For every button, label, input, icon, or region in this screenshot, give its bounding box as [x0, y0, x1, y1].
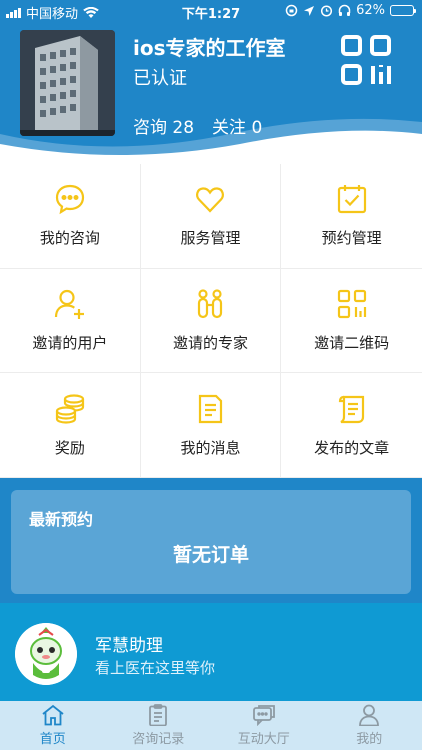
message-doc-icon: [199, 394, 223, 423]
menu-appointment-management[interactable]: 预约管理: [281, 164, 422, 269]
menu-label: 服务管理: [180, 229, 241, 248]
coins-icon: [55, 394, 84, 424]
orientation-lock-icon: [285, 4, 298, 17]
menu-label: 邀请二维码: [314, 333, 390, 352]
person-icon: [359, 704, 380, 726]
add-user-icon: [54, 289, 84, 319]
menu-my-messages[interactable]: 我的消息: [140, 373, 282, 478]
battery-icon: [390, 5, 416, 16]
chat-bubble-icon: [55, 185, 84, 215]
appointments-empty-text: 暂无订单: [172, 544, 249, 566]
assistant-mascot: [15, 623, 77, 685]
status-bar: 中国移动 下午1:27 62%: [0, 0, 422, 22]
tab-label: 咨询记录: [132, 732, 185, 747]
menu-label: 邀请的专家: [172, 333, 248, 352]
tab-interaction-hall[interactable]: 互动大厅: [211, 701, 317, 750]
follow-stat[interactable]: 关注 0: [212, 113, 262, 138]
menu-invited-experts[interactable]: 邀请的专家: [140, 268, 282, 374]
heart-icon: [196, 187, 225, 213]
feature-grid: 我的咨询 服务管理 预约管理 邀请的用户 邀请的专家 邀请二维码 奖励 我的消息…: [0, 164, 422, 478]
scroll-icon: [338, 395, 364, 423]
menu-label: 我的咨询: [39, 229, 100, 248]
profile-header: ios专家的工作室 已认证 咨询 28 关注 0: [0, 22, 422, 164]
follow-count: 0: [251, 118, 263, 138]
consult-stat[interactable]: 咨询 28: [133, 113, 194, 138]
tab-consultation-records[interactable]: 咨询记录: [106, 701, 212, 750]
menu-label: 邀请的用户: [32, 333, 108, 352]
tab-home[interactable]: 首页: [0, 701, 106, 750]
appointments-title: 最新预约: [29, 510, 94, 529]
calendar-check-icon: [337, 185, 366, 214]
menu-label: 预约管理: [321, 229, 382, 248]
verified-status: 已认证: [133, 68, 187, 89]
tab-label: 我的: [356, 732, 383, 747]
assistant-description: 看上医在这里等你: [95, 659, 216, 677]
tab-label: 互动大厅: [237, 732, 290, 747]
menu-published-articles[interactable]: 发布的文章: [281, 373, 422, 478]
tab-label: 首页: [39, 732, 66, 747]
assistant-banner[interactable]: 军慧助理 看上医在这里等你: [0, 603, 422, 701]
menu-label: 我的消息: [180, 438, 241, 457]
consult-count: 28: [172, 118, 195, 138]
latest-appointments-card[interactable]: 最新预约 暂无订单: [11, 490, 411, 594]
location-icon: [304, 5, 315, 16]
menu-invite-qr-code[interactable]: 邀请二维码: [281, 269, 422, 374]
menu-service-management[interactable]: 服务管理: [140, 164, 282, 269]
qr-scan-icon[interactable]: [340, 34, 392, 86]
profile-name: ios专家的工作室: [133, 36, 286, 60]
latest-appointments-section: 最新预约 暂无订单: [0, 478, 422, 603]
assistant-name: 军慧助理: [95, 636, 163, 656]
menu-invited-users[interactable]: 邀请的用户: [0, 268, 141, 374]
avatar[interactable]: [20, 30, 115, 136]
menu-my-consultations[interactable]: 我的咨询: [0, 164, 141, 269]
chat-hall-icon: [252, 705, 275, 726]
experts-icon: [198, 289, 223, 319]
tab-profile[interactable]: 我的: [317, 701, 422, 750]
home-icon: [42, 704, 64, 726]
headphones-icon: [338, 4, 351, 16]
clipboard-icon: [149, 704, 168, 726]
menu-label: 发布的文章: [314, 438, 390, 457]
qr-code-icon: [337, 289, 366, 319]
bottom-tab-bar: 首页 咨询记录 互动大厅 我的: [0, 701, 422, 750]
menu-label: 奖励: [54, 438, 85, 457]
profile-stats: 咨询 28 关注 0: [133, 113, 262, 138]
battery-percent: 62%: [356, 3, 385, 18]
alarm-icon: [321, 5, 333, 17]
menu-rewards[interactable]: 奖励: [0, 373, 141, 478]
